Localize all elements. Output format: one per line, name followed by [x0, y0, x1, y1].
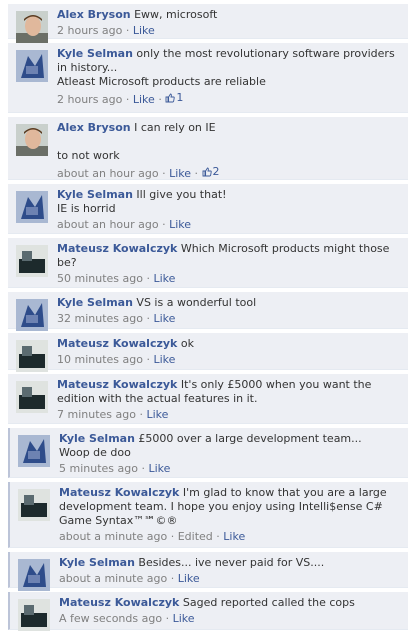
avatar[interactable]	[16, 124, 48, 156]
comment-meta: 2 hours ago · Like	[57, 24, 155, 37]
comment-author[interactable]: Mateusz Kowalczyk	[57, 378, 177, 391]
like-link[interactable]: Like	[178, 572, 200, 585]
comment-author[interactable]: Kyle Selman	[57, 47, 133, 60]
avatar[interactable]	[18, 559, 50, 591]
avatar[interactable]	[16, 245, 48, 277]
comment-meta: 5 minutes ago · Like	[59, 462, 171, 475]
comment-time[interactable]: 10 minutes ago	[57, 353, 143, 366]
comment-author[interactable]: Mateusz Kowalczyk	[57, 242, 177, 255]
comment-thread: Alex Bryson Eww, microsoft 2 hours ago ·…	[0, 0, 412, 635]
like-link[interactable]: Like	[169, 167, 191, 180]
comment-time[interactable]: 50 minutes ago	[57, 272, 143, 285]
comment-time[interactable]: about a minute ago	[59, 572, 167, 585]
comment-meta: 50 minutes ago · Like	[57, 272, 176, 285]
comment-author[interactable]: Alex Bryson	[57, 121, 131, 134]
avatar[interactable]	[16, 340, 48, 372]
comment-meta: about a minute ago · Like	[59, 572, 200, 585]
comment-time[interactable]: 2 hours ago	[57, 93, 122, 106]
comment-meta: 2 hours ago · Like · 1	[57, 91, 184, 106]
comment-meta: about a minute ago · Edited · Like	[59, 530, 246, 543]
like-link[interactable]: Like	[173, 612, 195, 625]
comment-item: Mateusz Kowalczyk I'm glad to know that …	[8, 482, 408, 548]
avatar[interactable]	[16, 11, 48, 43]
like-link[interactable]: Like	[223, 530, 245, 543]
comment-author[interactable]: Mateusz Kowalczyk	[57, 337, 177, 350]
avatar[interactable]	[18, 599, 50, 631]
avatar[interactable]	[16, 50, 48, 82]
like-link[interactable]: Like	[133, 24, 155, 37]
like-link[interactable]: Like	[153, 353, 175, 366]
comment-item: Mateusz Kowalczyk Which Microsoft produc…	[8, 238, 408, 288]
like-link[interactable]: Like	[153, 312, 175, 325]
comment-time[interactable]: 7 minutes ago	[57, 408, 136, 421]
comment-item: Kyle Selman only the most revolutionary …	[8, 43, 408, 113]
like-link[interactable]: Like	[169, 218, 191, 231]
comment-item: Mateusz Kowalczyk ok 10 minutes ago · Li…	[8, 333, 408, 372]
comment-author[interactable]: Alex Bryson	[57, 8, 131, 21]
comment-item: Mateusz Kowalczyk Saged reported called …	[8, 592, 408, 631]
comment-item: Alex Bryson Eww, microsoft 2 hours ago ·…	[8, 4, 408, 43]
thumbs-up-icon	[202, 167, 212, 177]
comment-text: Saged reported called the cops	[182, 596, 355, 609]
like-link[interactable]: Like	[153, 272, 175, 285]
comment-meta: A few seconds ago · Like	[59, 612, 195, 625]
avatar[interactable]	[18, 489, 50, 521]
comment-meta: 7 minutes ago · Like	[57, 408, 169, 421]
comment-text: VS is a wonderful tool	[136, 296, 257, 309]
comment-item: Mateusz Kowalczyk It's only £5000 when y…	[8, 374, 408, 424]
avatar[interactable]	[18, 435, 50, 467]
comment-item: Kyle Selman VS is a wonderful tool 32 mi…	[8, 292, 408, 331]
comment-time[interactable]: about an hour ago	[57, 167, 159, 180]
like-count-value: 2	[212, 165, 220, 178]
comment-time[interactable]: 5 minutes ago	[59, 462, 138, 475]
comment-item: Kyle Selman Besides... ive never paid fo…	[8, 552, 408, 591]
comment-author[interactable]: Mateusz Kowalczyk	[59, 596, 179, 609]
like-link[interactable]: Like	[146, 408, 168, 421]
comment-text: Besides... ive never paid for VS....	[138, 556, 325, 569]
comment-item: Kyle Selman £5000 over a large developme…	[8, 428, 408, 478]
comment-item: Alex Bryson I can rely on IE to not work…	[8, 117, 408, 180]
edited-label[interactable]: Edited	[178, 530, 213, 543]
like-count[interactable]: 2	[202, 165, 220, 179]
comment-text: ok	[180, 337, 194, 350]
thumbs-up-icon	[165, 93, 175, 103]
comment-time[interactable]: 32 minutes ago	[57, 312, 143, 325]
like-count-value: 1	[176, 91, 184, 104]
avatar[interactable]	[16, 381, 48, 413]
comment-meta: 10 minutes ago · Like	[57, 353, 176, 366]
comment-meta: 32 minutes ago · Like	[57, 312, 176, 325]
comment-author[interactable]: Kyle Selman	[59, 432, 135, 445]
comment-meta: about an hour ago · Like	[57, 218, 192, 231]
comment-author[interactable]: Kyle Selman	[59, 556, 135, 569]
comment-time[interactable]: A few seconds ago	[59, 612, 162, 625]
comment-time[interactable]: 2 hours ago	[57, 24, 122, 37]
comment-time[interactable]: about a minute ago	[59, 530, 167, 543]
avatar[interactable]	[16, 299, 48, 331]
like-link[interactable]: Like	[148, 462, 170, 475]
like-link[interactable]: Like	[133, 93, 155, 106]
comment-item: Kyle Selman Ill give you that! IE is hor…	[8, 184, 408, 234]
comment-text: Eww, microsoft	[134, 8, 218, 21]
comment-meta: about an hour ago · Like · 2	[57, 165, 220, 180]
like-count[interactable]: 1	[165, 91, 183, 105]
comment-author[interactable]: Kyle Selman	[57, 188, 133, 201]
comment-author[interactable]: Kyle Selman	[57, 296, 133, 309]
comment-time[interactable]: about an hour ago	[57, 218, 159, 231]
avatar[interactable]	[16, 191, 48, 223]
comment-author[interactable]: Mateusz Kowalczyk	[59, 486, 179, 499]
